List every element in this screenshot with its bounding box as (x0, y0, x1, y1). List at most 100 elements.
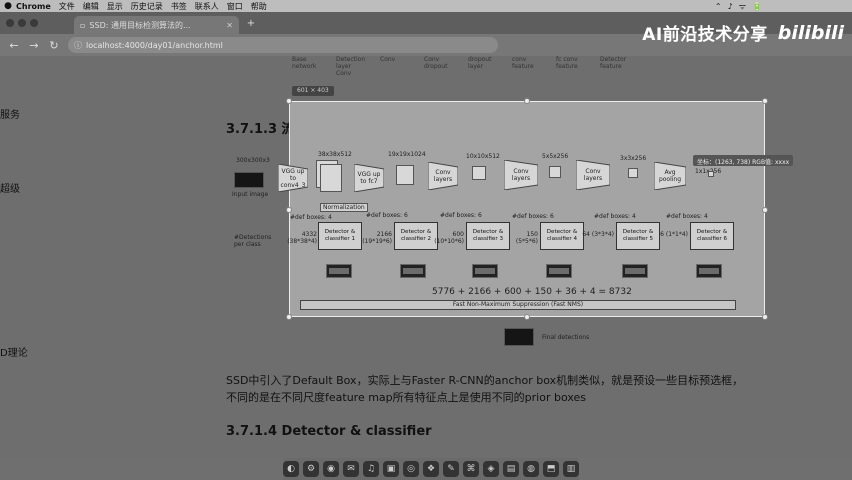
close-window-icon[interactable] (6, 19, 14, 27)
dock-app-icon[interactable]: ✉ (343, 461, 359, 477)
stage-dim-1: 38x38x512 (318, 151, 352, 158)
menu-help[interactable]: 帮助 (251, 1, 275, 12)
feature-map-38-back (320, 164, 342, 192)
defbox-label-2: #def boxes: 6 (366, 212, 408, 219)
final-detections-label: Final detections (542, 334, 590, 341)
paragraph-default-box: SSD中引入了Default Box，实际上与Faster R-CNN的anch… (226, 374, 744, 404)
feature-map-3 (628, 168, 638, 178)
sound-icon[interactable]: ♪ (728, 2, 733, 11)
resize-handle[interactable] (286, 314, 292, 320)
feature-map-10 (472, 166, 486, 180)
detection-thumb-3 (472, 264, 498, 278)
minimize-window-icon[interactable] (18, 19, 26, 27)
dock-app-icon[interactable]: ◍ (523, 461, 539, 477)
stage-dim-2: 19x19x1024 (388, 151, 426, 158)
control-icon[interactable]: ⌃ (715, 2, 722, 11)
dock-app-icon[interactable]: ⌘ (463, 461, 479, 477)
defbox-label-4: #def boxes: 6 (512, 213, 554, 220)
dock-app-icon[interactable]: ◐ (283, 461, 299, 477)
vgg-fc7-block: VGG up to fc7 (354, 164, 384, 192)
detection-thumb-1 (326, 264, 352, 278)
zoom-window-icon[interactable] (30, 19, 38, 27)
back-button[interactable]: ← (8, 39, 20, 52)
tab-active[interactable]: ▫ SSD: 通用目标检测算法的... ✕ (74, 16, 239, 34)
dock-app-icon[interactable]: ⚙ (303, 461, 319, 477)
vgg-conv4-block: VGG up to conv4_3 (278, 164, 308, 192)
feature-map-19 (396, 165, 414, 185)
url-text: localhost:4000/day01/anchor.html (86, 40, 223, 50)
defbox-label-1: #def boxes: 4 (290, 214, 332, 221)
info-icon[interactable]: ⓘ (74, 40, 82, 51)
new-tab-button[interactable]: + (243, 18, 259, 32)
defbox-label-3: #def boxes: 6 (440, 212, 482, 219)
dock-app-icon[interactable]: ✎ (443, 461, 459, 477)
menu-view[interactable]: 显示 (107, 1, 131, 12)
figure-header-labels: Base network Detection layer Conv Conv C… (292, 56, 632, 77)
menu-window[interactable]: 窗口 (227, 1, 251, 12)
detection-thumb-6 (696, 264, 722, 278)
dock-app-icon[interactable]: ⬒ (543, 461, 559, 477)
mac-dock: ◐ ⚙ ◉ ✉ ♫ ▣ ◎ ❖ ✎ ⌘ ◈ ▤ ◍ ⬒ ▥ (283, 458, 579, 480)
bilibili-logo: bilibili (777, 21, 844, 44)
battery-icon[interactable]: 🔋 (752, 2, 762, 11)
toc-label: Base network (292, 56, 317, 70)
detection-thumb-2 (400, 264, 426, 278)
menu-edit[interactable]: 编辑 (83, 1, 107, 12)
conv-layers-block-2: Conv layers (504, 160, 538, 190)
dock-app-icon[interactable]: ▤ (503, 461, 519, 477)
reload-button[interactable]: ↻ (48, 39, 60, 52)
toc-label: Conv dropout (424, 56, 448, 70)
detection-thumb-4 (546, 264, 572, 278)
menu-chrome[interactable]: Chrome (16, 2, 59, 11)
apple-icon[interactable]: ● (0, 1, 16, 11)
menu-bookmarks[interactable]: 书签 (171, 1, 195, 12)
dock-app-icon[interactable]: ◎ (403, 461, 419, 477)
toc-label: Detector feature (600, 56, 627, 70)
stage-dim-3: 10x10x512 (466, 153, 500, 160)
resize-handle[interactable] (762, 98, 768, 104)
conv-layers-block-1: Conv layers (428, 162, 458, 190)
page-icon: ▫ (80, 20, 86, 30)
sidebar-item-1[interactable]: 服务 (0, 106, 20, 121)
tab-title: SSD: 通用目标检测算法的... (89, 20, 191, 30)
normalization-box: Normalization (320, 203, 368, 212)
resize-handle[interactable] (762, 207, 768, 213)
sidebar-item-3[interactable]: D理论 (0, 344, 28, 359)
menu-file[interactable]: 文件 (59, 1, 83, 12)
conv-layers-block-3: Conv layers (576, 160, 610, 190)
resize-handle[interactable] (286, 98, 292, 104)
wifi-icon[interactable]: ᯤ (739, 1, 746, 12)
count-6: 6 (1*1*4) (660, 231, 688, 238)
dock-app-icon[interactable]: ❖ (423, 461, 439, 477)
count-4: 150 (5*5*6) (515, 231, 538, 245)
toc-label: Conv (380, 56, 396, 63)
address-bar[interactable]: ⓘ localhost:4000/day01/anchor.html (68, 37, 498, 53)
dock-app-icon[interactable]: ◉ (323, 461, 339, 477)
menu-history[interactable]: 历史记录 (131, 1, 171, 12)
detector-classifier-4: Detector & classifier 4 (540, 222, 584, 250)
count-2: 2166 (19*19*6) (362, 231, 392, 245)
watermark: AI前沿技术分享 bilibili (642, 20, 844, 46)
image-size-badge: 601 × 403 (292, 86, 334, 96)
resize-handle[interactable] (524, 314, 530, 320)
dock-app-icon[interactable]: ▥ (563, 461, 579, 477)
sidebar-item-2[interactable]: 超级 (0, 180, 20, 195)
defbox-label-5: #def boxes: 4 (594, 213, 636, 220)
detection-thumb-5 (622, 264, 648, 278)
mac-menubar: ● Chrome 文件 编辑 显示 历史记录 书签 联系人 窗口 帮助 ⌃ ♪ … (0, 0, 852, 12)
menu-people[interactable]: 联系人 (195, 1, 227, 12)
watermark-text: AI前沿技术分享 (642, 25, 768, 45)
resize-handle[interactable] (286, 207, 292, 213)
stage-dim-5: 3x3x256 (620, 155, 647, 162)
dock-app-icon[interactable]: ♫ (363, 461, 379, 477)
count-1: 4332 (38*38*4) (287, 231, 317, 245)
forward-button[interactable]: → (28, 39, 40, 52)
final-detections-thumb (504, 328, 534, 346)
resize-handle[interactable] (524, 98, 530, 104)
dock-app-icon[interactable]: ◈ (483, 461, 499, 477)
section-heading-detector: 3.7.1.4 Detector & classifier (226, 424, 432, 439)
feature-map-5 (549, 166, 561, 178)
dock-app-icon[interactable]: ▣ (383, 461, 399, 477)
resize-handle[interactable] (762, 314, 768, 320)
close-tab-icon[interactable]: ✕ (226, 21, 233, 30)
